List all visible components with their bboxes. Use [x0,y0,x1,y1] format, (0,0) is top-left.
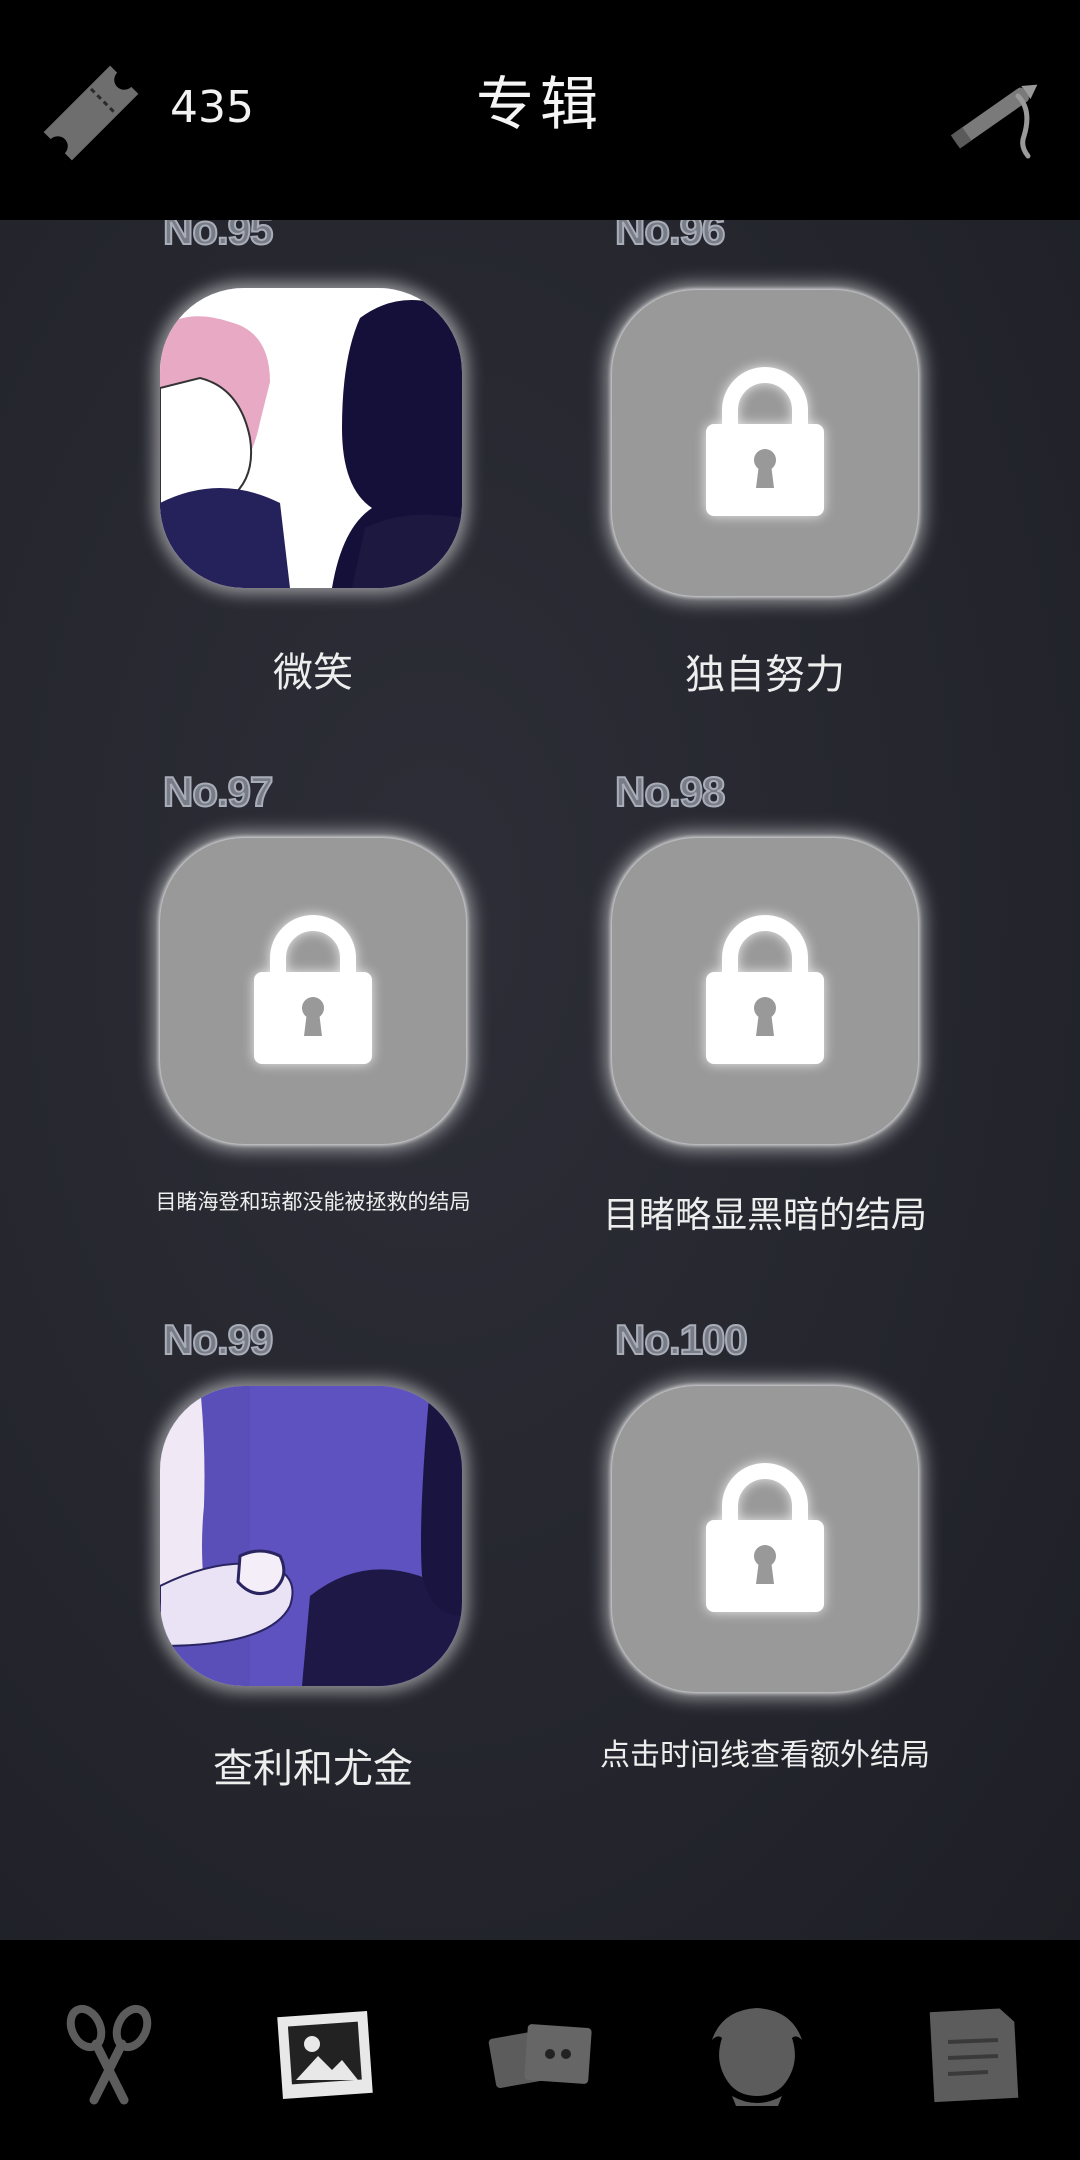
lock-icon [254,915,372,1064]
album-number: No.95 [162,220,274,254]
album-icon[interactable] [270,2000,380,2110]
album-thumbnail[interactable] [160,1386,462,1686]
pen-icon[interactable] [940,58,1050,168]
album-screen: 435 专辑 No.95 微笑 No.96 独自努力 No.97 目睹海登和琼都… [0,0,1080,2160]
album-caption: 目睹海登和琼都没能被拯救的结局 [155,1190,471,1214]
cards-icon[interactable] [486,2000,596,2110]
album-thumbnail[interactable] [160,838,466,1144]
album-caption: 微笑 [273,650,353,696]
album-number: No.98 [614,767,726,816]
character-icon[interactable] [702,2000,812,2110]
album-number: No.97 [162,767,274,816]
album-thumbnail[interactable] [160,288,462,588]
lock-icon [706,1463,824,1612]
album-number: No.99 [162,1315,274,1364]
bottom-nav [0,1940,1080,2160]
lock-icon [706,915,824,1064]
album-number: No.96 [614,220,726,254]
scissors-icon[interactable] [54,2000,164,2110]
album-caption: 查利和尤金 [213,1746,413,1792]
album-artwork-99 [160,1386,462,1686]
album-caption: 目睹略显黑暗的结局 [602,1195,927,1236]
album-number: No.100 [614,1315,749,1364]
album-grid: No.95 微笑 No.96 独自努力 No.97 目睹海登和琼都没能被拯救的结… [0,220,1080,1940]
notes-icon[interactable] [918,2000,1028,2110]
album-thumbnail[interactable] [612,838,918,1144]
lock-icon [706,367,824,516]
album-caption: 独自努力 [685,652,845,698]
album-thumbnail[interactable] [612,290,918,596]
page-title: 专辑 [475,70,604,138]
top-bar: 435 专辑 [0,0,1080,220]
album-thumbnail[interactable] [612,1386,918,1692]
album-caption: 点击时间线查看额外结局 [600,1738,930,1773]
album-artwork-95 [160,288,462,588]
